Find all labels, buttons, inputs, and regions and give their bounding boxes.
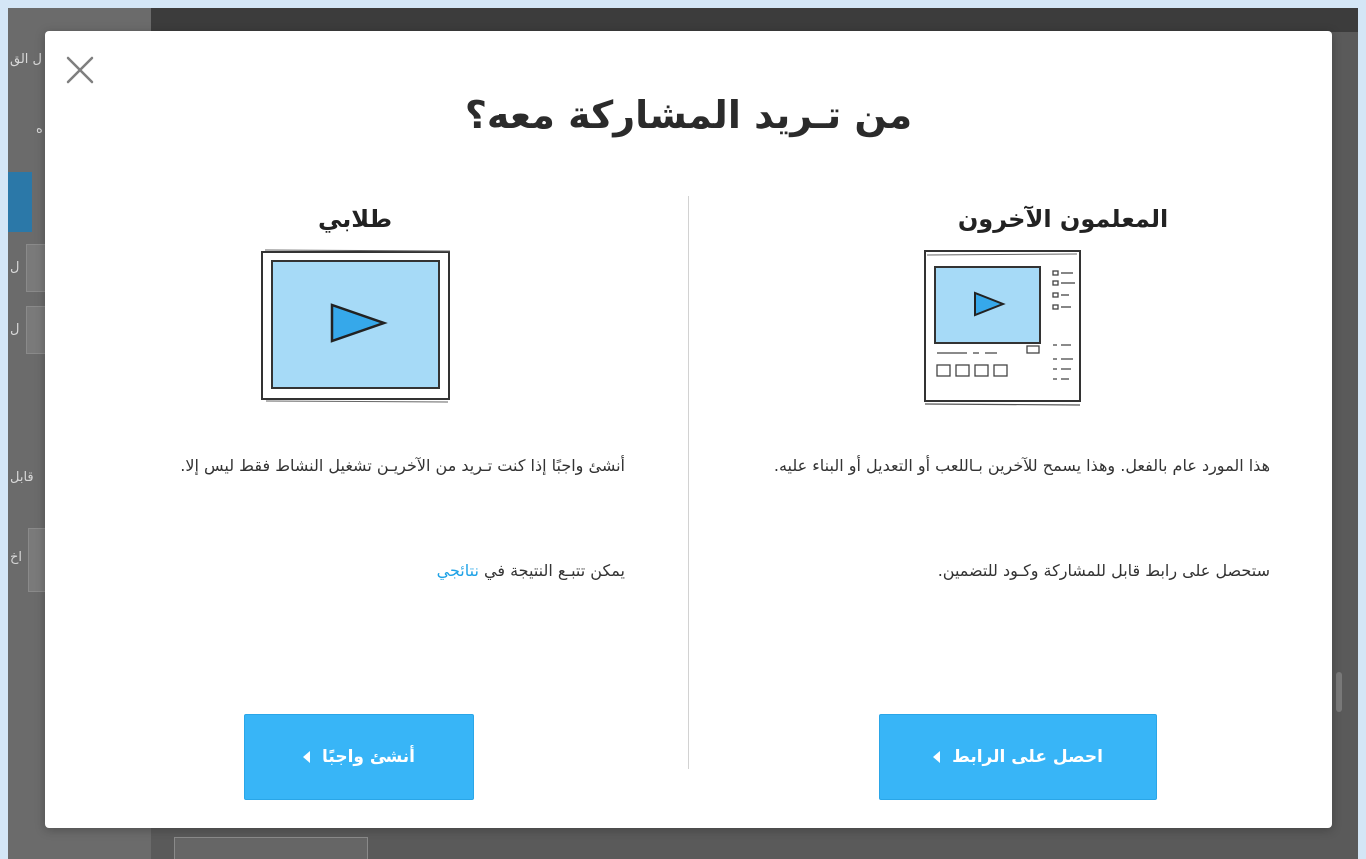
background-sidebar-text: ل الق <box>10 52 42 67</box>
background-sidebar-highlight <box>8 172 32 232</box>
background-topbar <box>151 8 1358 32</box>
share-modal: من تـريد المشاركة معه؟ المعلمون الآخرون <box>45 31 1332 828</box>
create-assignment-button-label: أنشئ واجبًا <box>322 747 415 767</box>
background-sidebar-text: ه <box>36 122 43 137</box>
background-sidebar-text: ل <box>10 322 20 337</box>
my-results-link[interactable]: نتائجي <box>437 561 479 580</box>
close-button[interactable] <box>63 53 99 89</box>
modal-title: من تـريد المشاركة معه؟ <box>464 93 913 137</box>
caret-left-icon <box>933 751 941 763</box>
share-others-column: المعلمون الآخرون هذا المورد عام بالفعل. … <box>755 201 1270 800</box>
others-heading: المعلمون الآخرون <box>957 205 1169 233</box>
video-player-sketch-icon <box>261 249 451 403</box>
students-tracking-note: يمكن تتبـع النتيجة في نتائجي <box>105 554 625 587</box>
background-right-handle <box>1336 672 1342 712</box>
resource-page-sketch-icon <box>924 250 1081 406</box>
get-link-button[interactable]: احصل على الرابط <box>879 714 1157 800</box>
caret-left-icon <box>303 751 311 763</box>
others-description: هذا المورد عام بالفعل. وهذا يسمح للآخرين… <box>773 456 1270 475</box>
students-description: أنشئ واجبًا إذا كنت تـريد من الآخريـن تش… <box>180 456 625 475</box>
others-embed-note: ستحصل على رابط قابل للمشاركة وكـود للتضم… <box>937 561 1270 580</box>
column-divider <box>688 196 689 769</box>
close-icon <box>66 56 94 84</box>
background-sidebar-text: اخ <box>10 550 23 565</box>
get-link-button-label: احصل على الرابط <box>952 747 1103 767</box>
background-sidebar-text: قابل <box>10 470 34 485</box>
background-sidebar-text: ل <box>10 260 20 275</box>
share-students-column: طلابي أنشئ واجبًا إذا كنت تـريد من الآخر… <box>105 201 625 800</box>
students-tracking-text: يمكن تتبـع النتيجة في <box>478 561 625 580</box>
background-bottom-button <box>174 837 368 859</box>
students-heading: طلابي <box>317 205 393 233</box>
create-assignment-button[interactable]: أنشئ واجبًا <box>244 714 474 800</box>
